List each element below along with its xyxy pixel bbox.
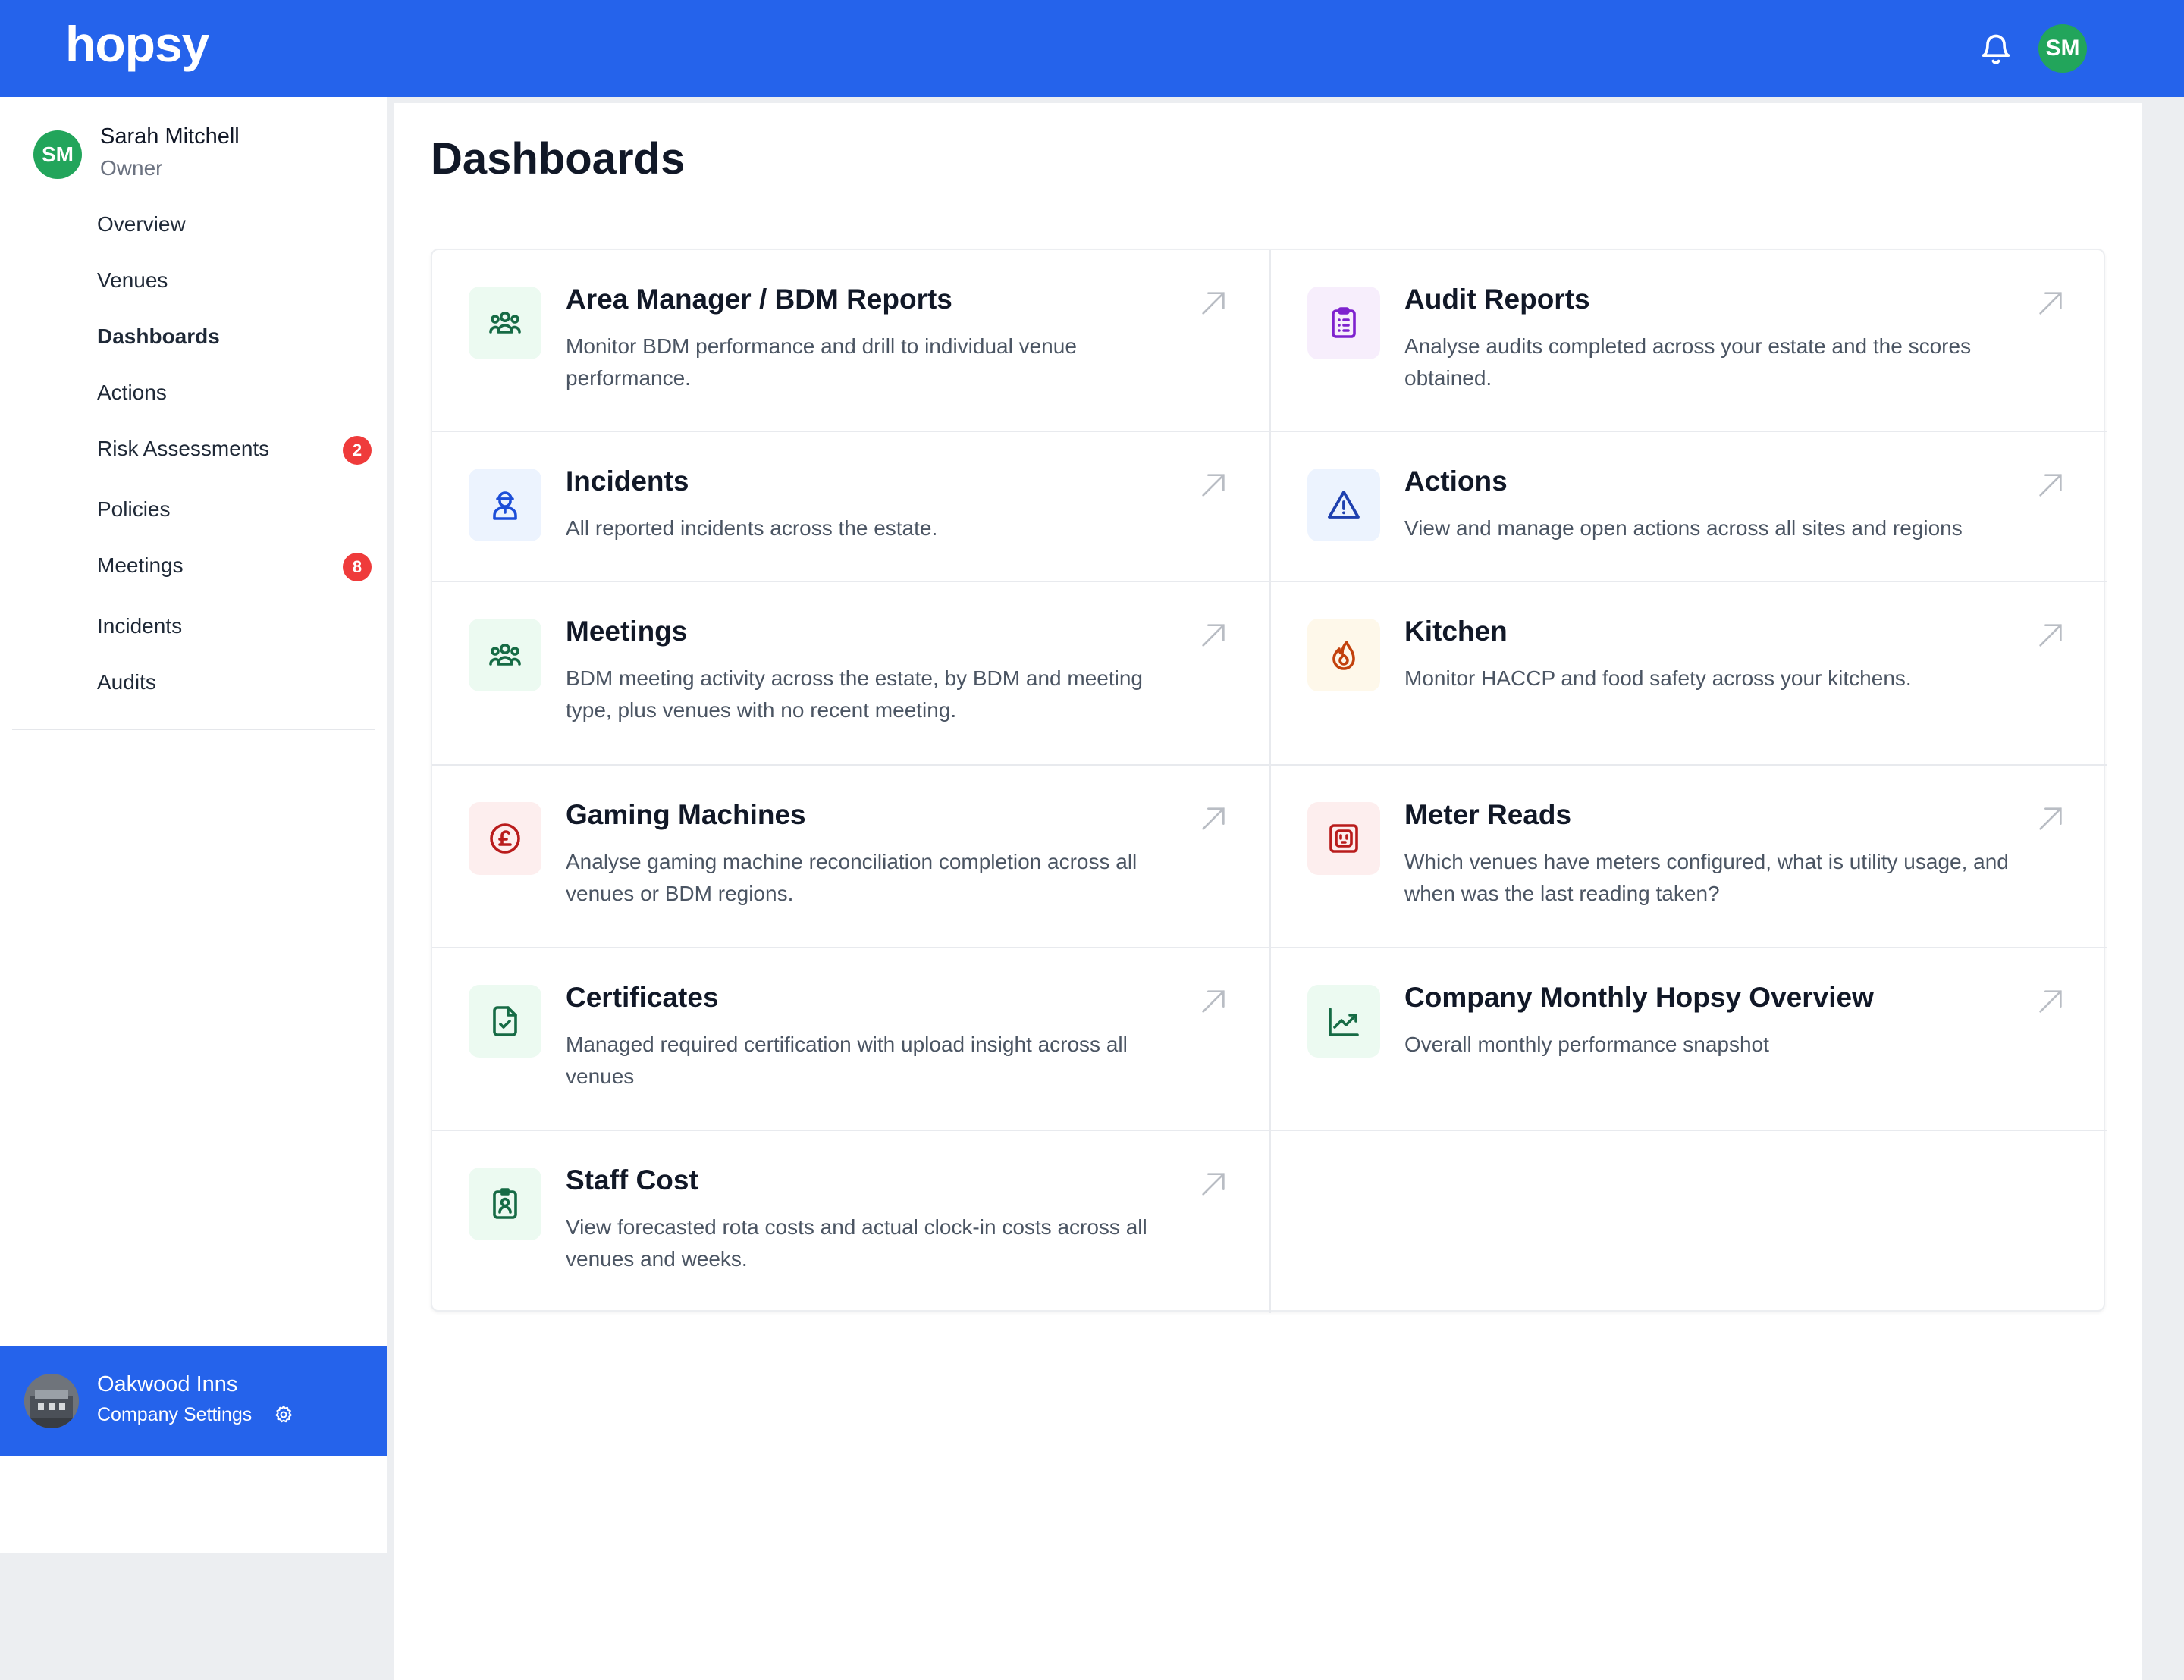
card-description: BDM meeting activity across the estate, … xyxy=(566,666,1143,722)
empty-grid-cell xyxy=(1269,1131,2107,1313)
flame-icon xyxy=(1307,619,1380,691)
company-name: Oakwood Inns xyxy=(97,1372,238,1396)
card-description: Analyse gaming machine reconciliation co… xyxy=(566,850,1138,905)
card-title: Company Monthly Hopsy Overview xyxy=(1404,982,1874,1013)
card-title: Incidents xyxy=(566,465,689,497)
sidebar-item-overview[interactable]: Overview xyxy=(97,209,186,240)
card-description: All reported incidents across the estate… xyxy=(566,516,938,540)
power-socket-icon xyxy=(1307,802,1380,875)
card-description: Which venues have meters configured, wha… xyxy=(1404,850,2009,905)
user-avatar: SM xyxy=(33,130,82,179)
main-panel: Dashboards Area Manager / BDM Reports Mo… xyxy=(394,103,2142,1680)
header-avatar[interactable]: SM xyxy=(2038,24,2087,73)
card-title: Certificates xyxy=(566,982,719,1013)
arrow-up-right-icon xyxy=(1198,470,1228,500)
dashboard-card-certificates[interactable]: Certificates Managed required certificat… xyxy=(432,948,1269,1131)
clipboard-list-icon xyxy=(1307,287,1380,359)
card-title: Area Manager / BDM Reports xyxy=(566,284,952,315)
arrow-up-right-icon xyxy=(1198,1169,1228,1199)
arrow-up-right-icon xyxy=(2035,620,2066,650)
arrow-up-right-icon xyxy=(2035,986,2066,1017)
risk-assessments-badge: 2 xyxy=(343,436,372,465)
card-title: Kitchen xyxy=(1404,616,1508,647)
dashboard-card-actions[interactable]: Actions View and manage open actions acr… xyxy=(1269,432,2107,582)
user-hardhat-icon xyxy=(469,469,541,541)
company-settings-link[interactable]: Company Settings xyxy=(97,1404,252,1426)
dashboard-card-meetings[interactable]: Meetings BDM meeting activity across the… xyxy=(432,582,1269,766)
pound-coin-icon xyxy=(469,802,541,875)
company-switcher[interactable]: Oakwood Inns Company Settings xyxy=(0,1346,387,1456)
dashboard-card-company-monthly-overview[interactable]: Company Monthly Hopsy Overview Overall m… xyxy=(1269,948,2107,1131)
arrow-up-right-icon xyxy=(1198,288,1228,318)
arrow-up-right-icon xyxy=(2035,288,2066,318)
page: hopsy SM SM Sarah Mitchell Owner Overvie… xyxy=(0,0,2184,1680)
sidebar-item-policies[interactable]: Policies xyxy=(97,494,170,525)
card-title: Gaming Machines xyxy=(566,799,806,830)
user-role: Owner xyxy=(100,156,163,180)
warning-triangle-icon xyxy=(1307,469,1380,541)
top-bar: hopsy SM xyxy=(0,0,2184,97)
sidebar-divider xyxy=(12,729,375,730)
sidebar-item-meetings[interactable]: Meetings xyxy=(97,550,184,581)
sidebar-item-dashboards[interactable]: Dashboards xyxy=(97,321,220,352)
people-group-icon xyxy=(469,287,541,359)
dashboard-card-gaming-machines[interactable]: Gaming Machines Analyse gaming machine r… xyxy=(432,766,1269,948)
document-check-icon xyxy=(469,985,541,1058)
bell-icon[interactable] xyxy=(1979,30,2013,67)
card-title: Meetings xyxy=(566,616,688,647)
dashboard-card-staff-cost[interactable]: Staff Cost View forecasted rota costs an… xyxy=(432,1131,1269,1313)
card-title: Audit Reports xyxy=(1404,284,1590,315)
card-description: Monitor HACCP and food safety across you… xyxy=(1404,666,1912,690)
meetings-badge: 8 xyxy=(343,553,372,581)
card-description: Analyse audits completed across your est… xyxy=(1404,334,1972,390)
people-group-icon xyxy=(469,619,541,691)
arrow-up-right-icon xyxy=(1198,804,1228,834)
sidebar: SM Sarah Mitchell Owner Overview Venues … xyxy=(0,97,387,1553)
sidebar-item-venues[interactable]: Venues xyxy=(97,265,168,296)
card-description: Managed required certification with uplo… xyxy=(566,1033,1128,1088)
hopsy-logo[interactable]: hopsy xyxy=(65,11,209,77)
dashboard-card-kitchen[interactable]: Kitchen Monitor HACCP and food safety ac… xyxy=(1269,582,2107,766)
arrow-up-right-icon xyxy=(1198,986,1228,1017)
arrow-up-right-icon xyxy=(2035,804,2066,834)
card-description: Monitor BDM performance and drill to ind… xyxy=(566,334,1077,390)
company-avatar xyxy=(24,1374,79,1428)
card-description: View forecasted rota costs and actual cl… xyxy=(566,1215,1147,1271)
card-title: Staff Cost xyxy=(566,1164,698,1196)
card-description: View and manage open actions across all … xyxy=(1404,516,1963,540)
dashboard-card-meter-reads[interactable]: Meter Reads Which venues have meters con… xyxy=(1269,766,2107,948)
arrow-up-right-icon xyxy=(2035,470,2066,500)
dashboard-card-incidents[interactable]: Incidents All reported incidents across … xyxy=(432,432,1269,582)
arrow-up-right-icon xyxy=(1198,620,1228,650)
trend-chart-icon xyxy=(1307,985,1380,1058)
dashboards-grid: Area Manager / BDM Reports Monitor BDM p… xyxy=(431,249,2107,1313)
card-title: Actions xyxy=(1404,465,1508,497)
dashboard-card-audit-reports[interactable]: Audit Reports Analyse audits completed a… xyxy=(1269,250,2107,432)
card-title: Meter Reads xyxy=(1404,799,1572,830)
sidebar-item-actions[interactable]: Actions xyxy=(97,378,167,408)
gear-icon[interactable] xyxy=(273,1404,294,1425)
page-title: Dashboards xyxy=(431,134,686,183)
id-badge-icon xyxy=(469,1168,541,1240)
card-description: Overall monthly performance snapshot xyxy=(1404,1033,1769,1056)
sidebar-item-incidents[interactable]: Incidents xyxy=(97,611,182,641)
user-name: Sarah Mitchell xyxy=(100,124,240,149)
dashboard-card-area-manager[interactable]: Area Manager / BDM Reports Monitor BDM p… xyxy=(432,250,1269,432)
sidebar-item-audits[interactable]: Audits xyxy=(97,667,156,697)
sidebar-item-risk-assessments[interactable]: Risk Assessments xyxy=(97,434,269,464)
